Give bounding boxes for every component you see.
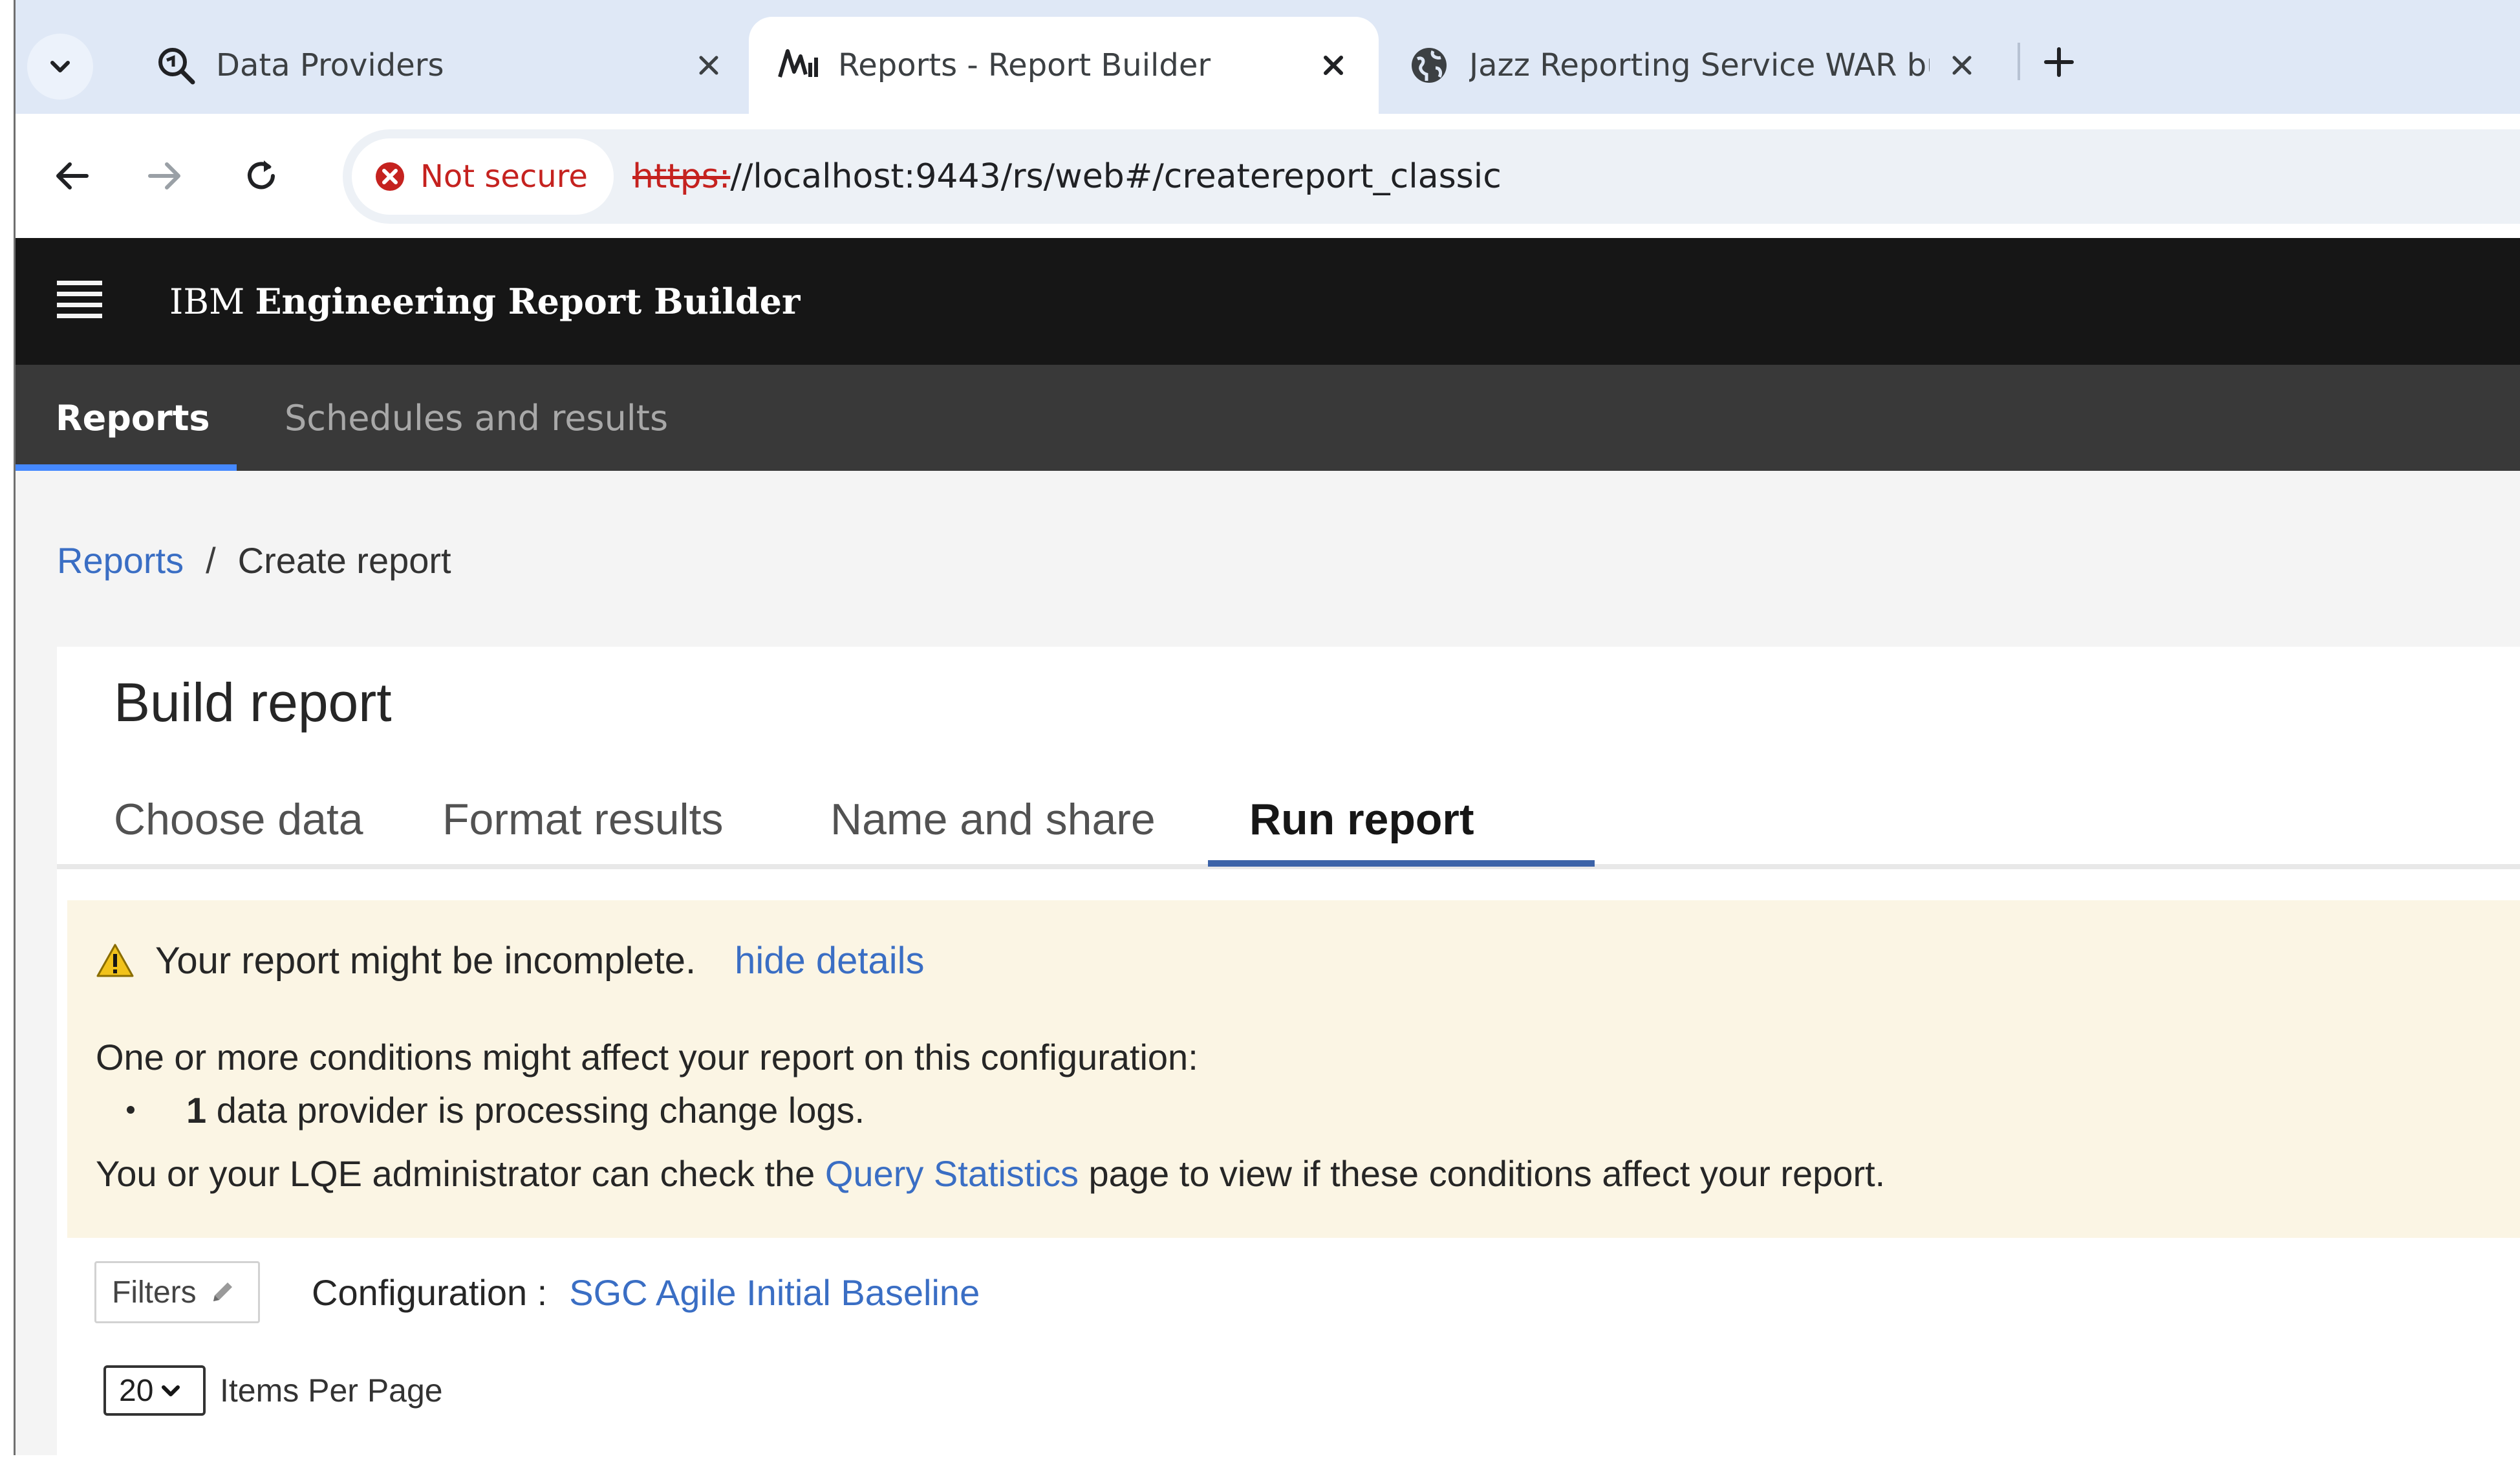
condition-item: 1 data provider is processing change log…	[127, 1089, 865, 1131]
check-instructions: You or your LQE administrator can check …	[96, 1153, 1885, 1195]
tab-run-report[interactable]: Run report	[1249, 770, 1474, 869]
close-tab-button[interactable]	[1314, 46, 1353, 85]
build-report-panel: Build report Choose data Format results …	[57, 647, 2520, 1455]
hide-details-link[interactable]: hide details	[735, 939, 924, 982]
app-nav: Reports Schedules and results	[16, 365, 2520, 471]
breadcrumb-separator: /	[206, 540, 216, 581]
new-tab-button[interactable]	[2034, 38, 2084, 87]
build-report-tabs: Choose data Format results Name and shar…	[57, 770, 2520, 869]
warning-notification: Your report might be incomplete. hide de…	[67, 900, 2520, 1238]
breadcrumb-reports-link[interactable]: Reports	[57, 539, 184, 581]
query-statistics-link[interactable]: Query Statistics	[825, 1153, 1079, 1194]
tab-title: Jazz Reporting Service WAR bu	[1469, 47, 1930, 83]
conditions-intro: One or more conditions might affect your…	[96, 1037, 1198, 1077]
globe-icon	[1406, 42, 1452, 89]
nav-reports[interactable]: Reports	[56, 365, 210, 471]
product-name: IBM Engineering Report Builder	[169, 238, 800, 365]
close-icon	[1952, 56, 1972, 75]
condition-text: data provider is processing change logs.	[216, 1090, 865, 1131]
window-frame-left	[0, 0, 16, 1461]
report-builder-icon	[775, 42, 821, 89]
main-content: Reports / Create report Build report Cho…	[16, 471, 2520, 1455]
bullet	[127, 1106, 135, 1114]
chevron-down-icon	[50, 61, 70, 72]
brand-name: Engineering Report Builder	[255, 281, 801, 322]
tab-format-results[interactable]: Format results	[442, 770, 724, 869]
back-button[interactable]	[45, 149, 100, 203]
filters-label: Filters	[112, 1275, 197, 1310]
active-tab-indicator	[1208, 860, 1595, 867]
arrow-left-icon	[56, 162, 89, 189]
tab-separator	[2018, 43, 2020, 80]
breadcrumb: Reports / Create report	[57, 539, 451, 581]
close-tab-button[interactable]	[689, 46, 728, 85]
configuration-row: Configuration : SGC Agile Initial Baseli…	[312, 1261, 980, 1323]
nav-active-indicator	[16, 464, 237, 471]
page-title: Build report	[114, 672, 392, 733]
close-icon	[699, 56, 718, 75]
condition-count: 1	[186, 1090, 207, 1131]
tab-choose-data[interactable]: Choose data	[114, 770, 363, 869]
warning-icon	[96, 944, 134, 977]
configuration-label: Configuration :	[312, 1272, 548, 1313]
address-bar[interactable]: Not secure https://localhost:9443/rs/web…	[343, 129, 2520, 224]
security-label: Not secure	[420, 158, 588, 195]
tab-search-dropdown-button[interactable]	[27, 34, 93, 100]
breadcrumb-current: Create report	[237, 540, 451, 581]
close-icon	[1324, 56, 1343, 75]
hamburger-menu-icon[interactable]	[57, 281, 102, 319]
warning-message: Your report might be incomplete.	[155, 939, 696, 982]
browser-tab-data-providers[interactable]: Data Providers	[127, 17, 754, 114]
site-security-chip[interactable]: Not secure	[352, 138, 614, 215]
window-frame-bottom	[0, 1455, 2520, 1461]
items-per-page: 20 Items Per Page	[103, 1363, 443, 1418]
url-scheme: https:	[632, 157, 731, 196]
search-icon	[153, 42, 199, 89]
tab-title: Reports - Report Builder	[838, 47, 1211, 83]
browser-tab-jazz-reporting-service[interactable]: Jazz Reporting Service WAR bu	[1380, 17, 2007, 114]
close-tab-button[interactable]	[1943, 46, 1981, 85]
configuration-link[interactable]: SGC Agile Initial Baseline	[569, 1272, 980, 1314]
tab-name-and-share[interactable]: Name and share	[830, 770, 1156, 869]
not-secure-icon	[376, 162, 404, 191]
reload-button[interactable]	[234, 149, 288, 203]
browser-toolbar: Not secure https://localhost:9443/rs/web…	[16, 114, 2520, 238]
check-prefix: You or your LQE administrator can check …	[96, 1153, 815, 1194]
browser-tab-report-builder[interactable]: Reports - Report Builder	[749, 17, 1379, 114]
reload-icon	[248, 160, 275, 189]
forward-button[interactable]	[137, 149, 191, 203]
browser-tab-strip: Data Providers Reports - Report Builder …	[16, 0, 2520, 114]
filters-button[interactable]: Filters	[94, 1261, 260, 1323]
tab-title: Data Providers	[216, 47, 444, 83]
items-per-page-value: 20	[119, 1373, 154, 1408]
check-suffix: page to view if these conditions affect …	[1088, 1153, 1886, 1194]
pencil-icon	[213, 1282, 232, 1301]
nav-schedules-and-results[interactable]: Schedules and results	[285, 365, 668, 471]
chevron-down-icon	[162, 1385, 180, 1396]
app-header: IBM Engineering Report Builder	[16, 238, 2520, 365]
plus-icon	[2044, 47, 2074, 77]
url-path: //localhost:9443/rs/web#/createreport_cl…	[730, 157, 1502, 196]
items-per-page-select[interactable]: 20	[103, 1365, 206, 1416]
warning-header: Your report might be incomplete. hide de…	[96, 931, 925, 990]
brand-prefix: IBM	[169, 281, 245, 322]
items-per-page-label: Items Per Page	[220, 1372, 443, 1409]
url-text[interactable]: https://localhost:9443/rs/web#/createrep…	[632, 129, 1502, 224]
arrow-right-icon	[148, 162, 180, 189]
